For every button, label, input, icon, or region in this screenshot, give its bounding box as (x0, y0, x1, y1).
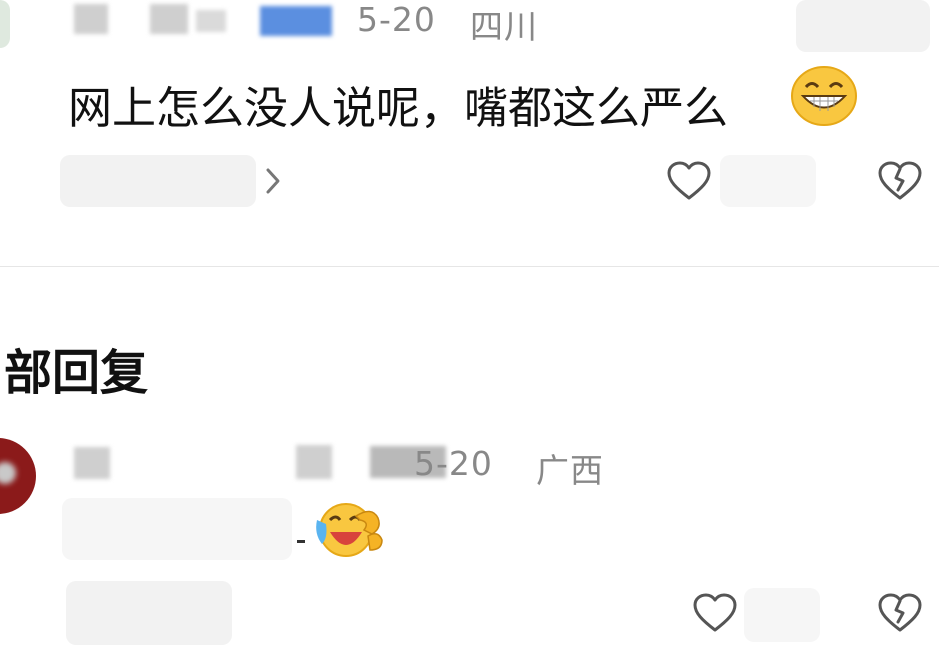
section-title: 部回复 (4, 345, 149, 401)
reply-date: 5-20 (414, 444, 493, 483)
comment-date: 5-20 (357, 0, 436, 39)
grinning-face-emoji (790, 65, 858, 127)
user-badge (260, 6, 332, 36)
follow-button-redacted[interactable] (796, 0, 930, 52)
broken-heart-icon[interactable] (876, 160, 924, 202)
divider (0, 266, 939, 267)
heart-outline-icon[interactable] (692, 592, 738, 634)
comment-location: 四川 (470, 7, 538, 46)
broken-heart-icon[interactable] (876, 592, 924, 634)
like-count-redacted (744, 588, 820, 642)
like-count-redacted (720, 155, 816, 207)
username-redacted (296, 445, 332, 479)
avatar[interactable] (0, 438, 36, 514)
avatar[interactable] (0, 0, 10, 48)
view-replies-redacted[interactable] (60, 155, 256, 207)
username-redacted[interactable] (74, 447, 110, 479)
chevron-right-icon[interactable] (262, 166, 284, 196)
laughing-crying-emoji (312, 500, 384, 560)
comment-text: 网上怎么没人说呢，嘴都这么严么 (68, 83, 728, 134)
reply-button-redacted[interactable] (66, 581, 232, 645)
reply-location: 广西 (536, 451, 604, 490)
heart-outline-icon[interactable] (666, 160, 712, 202)
username-redacted (196, 10, 226, 32)
username-redacted (150, 4, 188, 34)
reply-text-dash (297, 540, 305, 543)
username-redacted[interactable] (74, 4, 108, 34)
reply-text-redacted (62, 498, 292, 560)
